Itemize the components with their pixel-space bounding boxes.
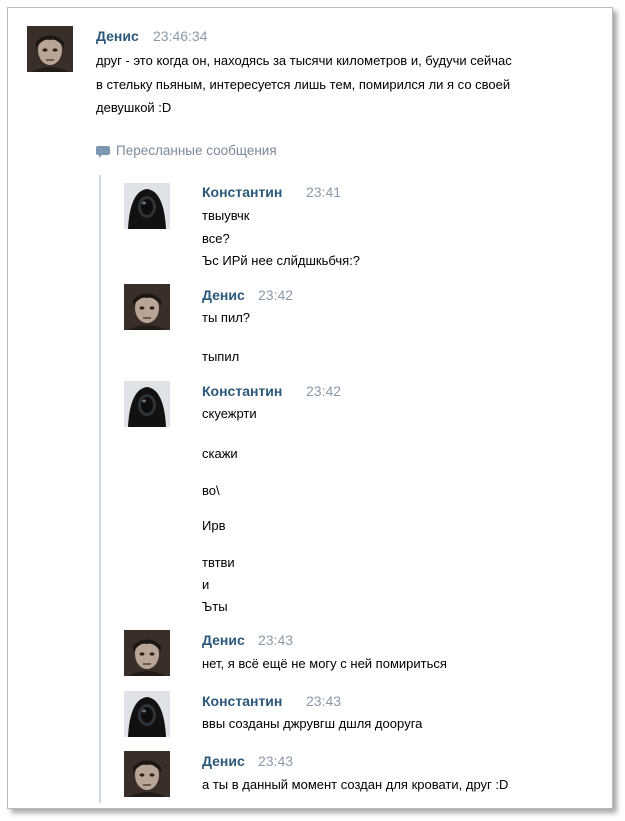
message-frame bbox=[7, 7, 613, 809]
message-text-line: а ты в данный момент создан для кровати,… bbox=[202, 777, 509, 792]
message-text-line: Ъты bbox=[202, 599, 228, 614]
message-author[interactable]: Константин bbox=[202, 184, 282, 200]
post-time[interactable]: 23:46:34 bbox=[153, 28, 208, 44]
message-author[interactable]: Денис bbox=[202, 753, 245, 769]
message-text-line: скажи bbox=[202, 446, 238, 461]
message-text-line: Ирв bbox=[202, 518, 226, 533]
message-text-line: ты пил? bbox=[202, 310, 251, 325]
message-time[interactable]: 23:42 bbox=[306, 383, 341, 399]
dark-hooded-avatar[interactable] bbox=[124, 381, 170, 427]
message-text-line: нет, я всё ещё не могу с ней помириться bbox=[202, 656, 447, 671]
message-text-line: тыпил bbox=[202, 349, 240, 364]
message-time[interactable]: 23:43 bbox=[306, 693, 341, 709]
post-author[interactable]: Денис bbox=[96, 28, 139, 44]
message-text-line: твтви bbox=[202, 555, 235, 570]
message-text-line: во\ bbox=[202, 483, 220, 498]
forwarded-messages-label[interactable]: Пересланные сообщения bbox=[116, 143, 277, 158]
message-text-line: и bbox=[202, 577, 210, 592]
message-text-line: твыувчк bbox=[202, 208, 250, 223]
message-time[interactable]: 23:41 bbox=[306, 184, 341, 200]
dark-hooded-avatar[interactable] bbox=[124, 691, 170, 737]
photo-avatar[interactable] bbox=[124, 284, 170, 330]
post-avatar[interactable] bbox=[27, 26, 73, 72]
post-text-line: друг - это когда он, находясь за тысячи … bbox=[96, 53, 512, 68]
message-author[interactable]: Денис bbox=[202, 287, 245, 303]
message-time[interactable]: 23:42 bbox=[258, 287, 293, 303]
message-author[interactable]: Константин bbox=[202, 693, 282, 709]
message-time[interactable]: 23:43 bbox=[258, 753, 293, 769]
message-author[interactable]: Константин bbox=[202, 383, 282, 399]
message-time[interactable]: 23:43 bbox=[258, 632, 293, 648]
message-author[interactable]: Денис bbox=[202, 632, 245, 648]
message-text-line: скуежрти bbox=[202, 406, 257, 421]
post-text-line: девушкой :D bbox=[96, 100, 172, 115]
message-text-line: ввы созданы джрувгш дшля доорyга bbox=[202, 716, 423, 731]
message-text-line: Ъс ИРй нее слйдшкьбчя:? bbox=[202, 253, 361, 268]
forwarded-messages-icon bbox=[96, 146, 110, 158]
forwarded-quote-bar bbox=[99, 175, 101, 803]
post-text-line: в стельку пьяным, интересуется лишь тем,… bbox=[96, 77, 511, 92]
photo-avatar[interactable] bbox=[124, 751, 170, 797]
message-text-line: все? bbox=[202, 231, 230, 246]
dark-hooded-avatar[interactable] bbox=[124, 183, 170, 229]
photo-avatar[interactable] bbox=[124, 630, 170, 676]
